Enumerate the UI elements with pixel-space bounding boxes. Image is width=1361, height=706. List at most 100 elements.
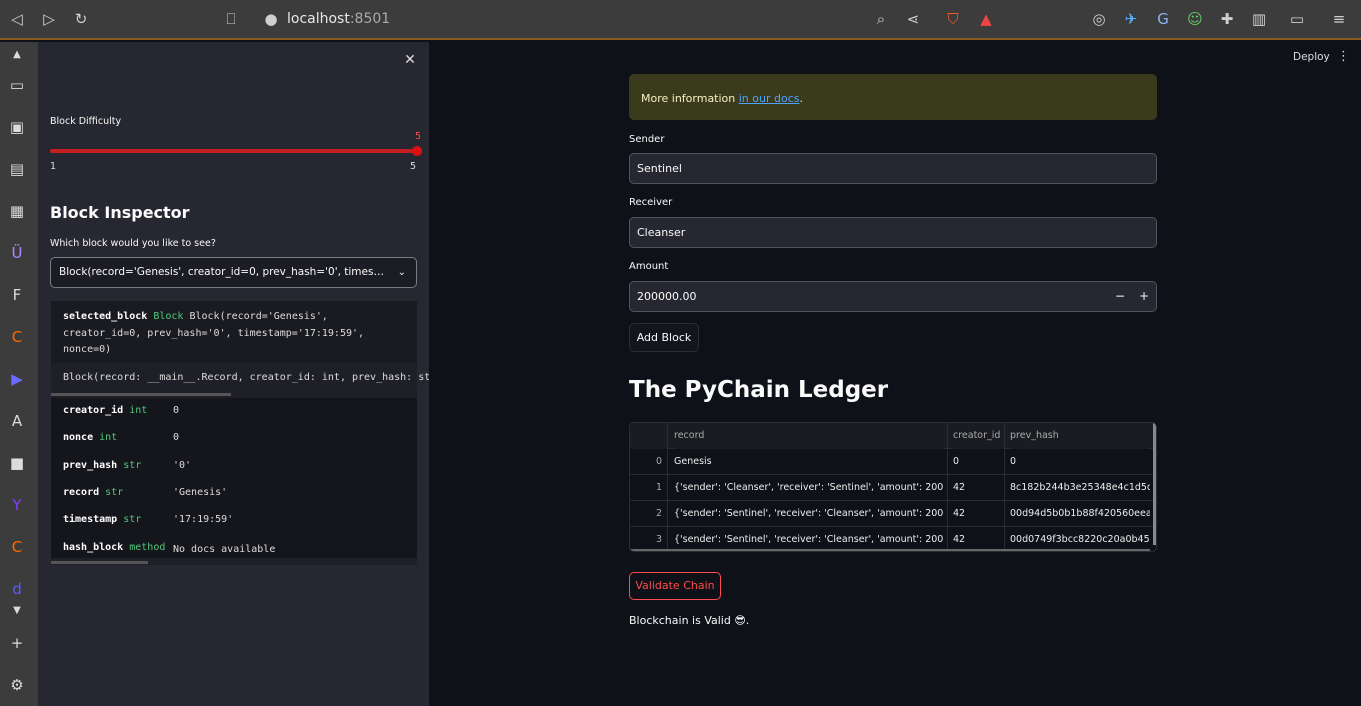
attributes-scrollbar[interactable] (51, 561, 148, 564)
row-index: 0 (655, 456, 662, 467)
amount-label: Amount (629, 261, 669, 272)
extensions-icon[interactable]: ✚ (1218, 10, 1236, 28)
header-prev-hash[interactable]: prev_hash (1010, 423, 1150, 449)
validation-status: Blockchain is Valid 😎. (629, 614, 750, 627)
attr-row: record str (63, 485, 123, 501)
app-c-icon[interactable]: C (6, 326, 28, 348)
ledger-table[interactable]: record creator_id prev_hash 0 Genesis 0 … (629, 422, 1157, 552)
table-row[interactable]: 1 {'sender': 'Cleanser', 'receiver': 'Se… (630, 475, 1156, 501)
deploy-button[interactable]: Deploy (1293, 51, 1330, 63)
brave-rewards-icon[interactable]: ▲ (977, 10, 995, 28)
slider-max: 5 (410, 161, 417, 172)
table-row[interactable]: 2 {'sender': 'Sentinel', 'receiver': 'Cl… (630, 501, 1156, 527)
attr-value: '17:19:59' (173, 514, 234, 525)
settings-icon[interactable]: ⚙ (6, 674, 28, 696)
attr-type: str (105, 487, 124, 498)
add-panel-icon[interactable]: + (6, 632, 28, 654)
back-icon[interactable]: ◁ (8, 10, 26, 28)
attr-type: str (123, 460, 142, 471)
bookmark-icon[interactable]: ⎕ (222, 10, 240, 28)
attr-value: 0 (173, 405, 180, 416)
block-select[interactable]: Block(record='Genesis', creator_id=0, pr… (50, 257, 417, 288)
zoom-icon[interactable]: ⌕ (872, 10, 890, 28)
close-sidebar-icon[interactable]: ✕ (402, 52, 418, 68)
app-play-icon[interactable]: ▶ (6, 368, 28, 390)
attr-row: prev_hash str (63, 458, 141, 474)
sidebar-toggle-icon[interactable]: ▥ (1250, 10, 1268, 28)
table-vertical-scrollbar[interactable] (1153, 423, 1156, 545)
add-block-button[interactable]: Add Block (629, 323, 699, 352)
browser-sidebar-rail: ▲ ▭ ▣ ▤ ▦ Ü F C ▶ A ■ Y C d ▼ + ⚙ (0, 42, 38, 706)
site-info-icon[interactable]: ● (262, 10, 280, 28)
share-icon[interactable]: ⋖ (904, 10, 922, 28)
app-yahoo-icon[interactable]: Y (6, 494, 28, 516)
slider-thumb[interactable] (412, 146, 422, 156)
cell-record: Genesis (674, 456, 712, 467)
scroll-up-icon[interactable]: ▲ (6, 44, 28, 66)
address-bar[interactable]: localhost:8501 (287, 10, 390, 28)
column-divider (667, 423, 668, 551)
extension-plane-icon[interactable]: ✈ (1122, 10, 1140, 28)
scroll-down-icon[interactable]: ▼ (6, 600, 28, 622)
sender-label: Sender (629, 134, 665, 145)
attr-row: timestamp str (63, 512, 141, 528)
attr-value: 'Genesis' (173, 487, 228, 498)
chevron-down-icon: ⌄ (397, 267, 406, 278)
extension-glasses-icon[interactable]: ◎ (1090, 10, 1108, 28)
signature-scrollbar[interactable] (51, 393, 231, 396)
validate-chain-button[interactable]: Validate Chain (629, 572, 721, 600)
table-horizontal-scrollbar[interactable] (630, 549, 1150, 551)
inspect-repr-3: nonce=0) (63, 344, 112, 355)
attr-type: int (129, 405, 148, 416)
inspect-attributes: creator_id int 0 nonce int 0 prev_hash s… (51, 398, 417, 558)
wallet-panel-icon[interactable]: ▣ (6, 116, 28, 138)
column-divider (947, 423, 948, 551)
attr-name: record (63, 487, 100, 498)
attr-name: hash_block (63, 542, 124, 553)
attr-row: creator_id int (63, 403, 147, 419)
url-host: localhost (287, 11, 350, 27)
decrement-button[interactable]: − (1108, 282, 1132, 311)
attr-type: method (129, 542, 166, 553)
row-index: 1 (655, 482, 662, 493)
slider-value: 5 (415, 131, 422, 142)
app-c2-icon[interactable]: C (6, 536, 28, 558)
video-icon[interactable]: ▭ (6, 74, 28, 96)
docs-link[interactable]: in our docs (739, 92, 800, 105)
header-record[interactable]: record (674, 423, 944, 449)
increment-button[interactable]: + (1132, 282, 1156, 311)
attr-value: No docs available (173, 544, 276, 555)
header-creator-id[interactable]: creator_id (953, 423, 1005, 449)
sender-input[interactable]: Sentinel (629, 153, 1157, 184)
cell-creator-id: 0 (953, 456, 960, 467)
cell-prev-hash: 8c182b244b3e25348e4c1d5d693 (1010, 482, 1150, 493)
table-header-row: record creator_id prev_hash (630, 423, 1156, 449)
attr-name: creator_id (63, 405, 124, 416)
block-inspector: selected_block Block Block(record='Genes… (51, 301, 611, 565)
inspect-var-name: selected_block (63, 311, 148, 322)
reload-icon[interactable]: ↻ (72, 10, 90, 28)
menu-icon[interactable]: ≡ (1330, 10, 1348, 28)
ledger-title: The PyChain Ledger (629, 377, 889, 403)
forward-icon[interactable]: ▷ (40, 10, 58, 28)
table-row[interactable]: 0 Genesis 0 0 (630, 449, 1156, 475)
bookmarks-panel-icon[interactable]: ▤ (6, 158, 28, 180)
wallet-icon[interactable]: ▭ (1288, 10, 1306, 28)
amount-input[interactable]: 200000.00 − + (629, 281, 1157, 312)
receiver-input[interactable]: Cleanser (629, 217, 1157, 248)
attr-value: 0 (173, 432, 180, 443)
app-a-icon[interactable]: A (6, 410, 28, 432)
more-menu-icon[interactable]: ⋮ (1337, 49, 1350, 64)
app-u-icon[interactable]: Ü (6, 242, 28, 264)
brave-shield-icon[interactable]: ⛉ (944, 10, 962, 28)
extension-robot-icon[interactable]: ☺ (1186, 10, 1204, 28)
amount-value: 200000.00 (637, 290, 697, 303)
reading-list-icon[interactable]: ▦ (6, 200, 28, 222)
translate-icon[interactable]: G (1154, 10, 1172, 28)
difficulty-slider[interactable] (50, 149, 416, 153)
row-index: 2 (655, 508, 662, 519)
app-f-icon[interactable]: F (6, 284, 28, 306)
app-tv-icon[interactable]: ■ (6, 452, 28, 474)
cell-creator-id: 42 (953, 508, 966, 519)
app-d-icon[interactable]: d (6, 578, 28, 600)
